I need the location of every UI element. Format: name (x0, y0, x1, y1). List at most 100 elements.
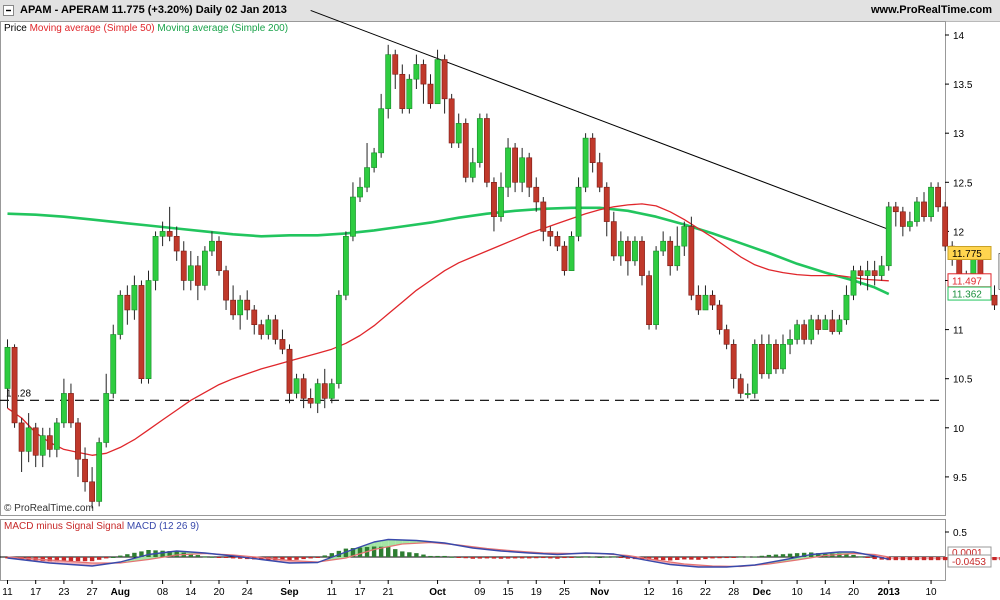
candle-body (307, 398, 314, 404)
candle (420, 59, 427, 104)
candle-body (646, 275, 652, 325)
candle-body (610, 221, 617, 257)
candle-body (159, 231, 166, 237)
candle-body (427, 83, 434, 105)
macd-hist-bar (202, 556, 208, 558)
candle-body (455, 123, 462, 144)
x-tick-label: 14 (820, 587, 832, 598)
candle (448, 93, 455, 148)
candle (237, 295, 244, 330)
candle-body (138, 285, 145, 380)
candle-body (737, 378, 744, 394)
candle (829, 309, 836, 335)
macd-hist-bar (75, 557, 81, 562)
candle-body (209, 240, 215, 252)
candle (25, 413, 32, 463)
candle (836, 314, 843, 335)
candle (244, 290, 251, 320)
x-tick-label: 16 (672, 587, 684, 598)
candle-body (420, 64, 427, 85)
candle (871, 260, 878, 286)
y-tick-label: 9.5 (953, 473, 967, 484)
candle-body (709, 294, 716, 306)
macd-hist-bar (583, 556, 588, 558)
candle (660, 231, 667, 256)
candle (194, 255, 201, 301)
candle (758, 334, 765, 379)
macd-hist-bar (223, 557, 229, 558)
candle-body (187, 265, 194, 281)
candle-body (674, 245, 681, 267)
macd-hist-bar (696, 557, 701, 560)
candle (885, 201, 892, 271)
ma50-value-label: 11.497 (952, 276, 982, 287)
candle-body (688, 226, 695, 296)
macd-hist-bar (766, 554, 772, 557)
candle (787, 329, 793, 355)
candle-body (244, 299, 251, 311)
candle-body (413, 64, 420, 80)
candle-body (667, 240, 674, 267)
macd-hist-bar (759, 555, 765, 557)
macd-hist-bar (872, 557, 877, 560)
candle-body (335, 294, 342, 384)
candle (46, 427, 53, 458)
macd-hist-bar (428, 555, 433, 557)
macd-hist-bar (315, 557, 320, 558)
candle (328, 378, 335, 404)
macd-hist-bar (393, 549, 398, 557)
candle (892, 201, 899, 227)
macd-value-label: -0.0453 (952, 557, 986, 568)
candle (653, 246, 659, 330)
candle (378, 93, 385, 158)
candle-body (906, 221, 913, 227)
y-tick-label: 12.5 (953, 178, 973, 189)
candle-body (639, 240, 645, 276)
candle (209, 231, 215, 256)
candle-body (582, 137, 589, 188)
ma200-line (7, 206, 890, 296)
x-tick-label: 17 (30, 587, 42, 598)
macd-hist-bar (477, 557, 483, 559)
candle-body (512, 147, 518, 183)
y-tick-label: 10 (953, 424, 965, 435)
candle (540, 197, 547, 242)
candle (392, 49, 399, 90)
candle-body (152, 236, 159, 281)
candle-body (110, 334, 117, 394)
macd-hist-bar (414, 553, 419, 557)
candle (159, 221, 166, 247)
macd-hist-bar (174, 551, 179, 557)
candle (406, 74, 413, 114)
candle-body (448, 98, 455, 144)
candle-body (469, 162, 476, 178)
macd-hist-bar (519, 557, 525, 559)
candle (526, 152, 533, 198)
macd-hist-bar (301, 557, 306, 560)
macd-hist-bar (505, 557, 511, 559)
candle (279, 329, 286, 355)
macd-hist-bar (82, 557, 88, 562)
macd-hist-bar (710, 557, 715, 559)
candle (921, 192, 927, 222)
candle-body (145, 280, 152, 379)
candle-body (89, 481, 95, 502)
macd-hist-bar (491, 557, 497, 559)
candle (547, 226, 554, 247)
candle-body (935, 186, 941, 208)
x-tick-label: 27 (87, 587, 99, 598)
chart-canvas[interactable]: 9.51010.51111.51212.51313.51411172327Aug… (0, 0, 1000, 600)
candle (674, 226, 681, 271)
macd-hist-bar (935, 557, 941, 561)
candle-body (589, 137, 596, 163)
x-tick-label: 10 (792, 587, 804, 598)
candle-body (258, 324, 265, 335)
x-tick-label: 20 (213, 587, 225, 598)
candle-body (265, 319, 272, 335)
y-tick-label: 13.5 (953, 80, 973, 91)
macd-hist-bar (435, 555, 440, 557)
y-tick-label: 10.5 (953, 375, 973, 386)
candle-body (843, 294, 850, 321)
macd-hist-bar (555, 557, 560, 559)
candle (180, 241, 187, 291)
